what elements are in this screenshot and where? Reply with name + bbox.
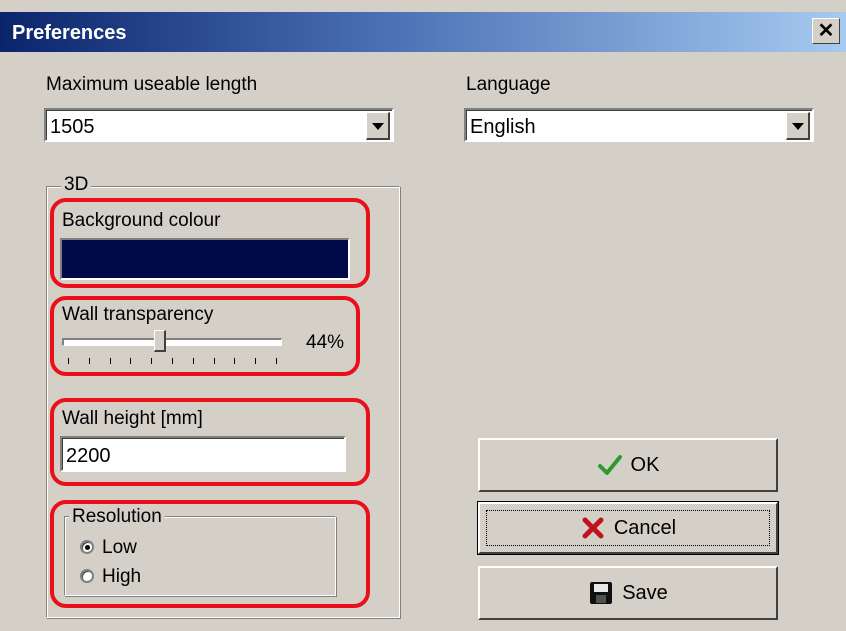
ok-label: OK (630, 453, 660, 476)
slider-ticks (62, 358, 282, 366)
radio-high[interactable]: High (80, 566, 200, 588)
radio-low-indicator[interactable] (80, 540, 94, 554)
slider-tick (255, 358, 256, 364)
slider-tick (214, 358, 215, 364)
slider-tick (151, 358, 152, 364)
chevron-down-icon[interactable] (366, 112, 390, 140)
save-label: Save (622, 581, 668, 604)
slider-tick (110, 358, 111, 364)
focus-ring (486, 510, 770, 546)
radio-high-indicator[interactable] (80, 569, 94, 583)
slider-tick (130, 358, 131, 364)
floppy-disk-icon (590, 582, 613, 604)
language-value: English (470, 116, 536, 138)
slider-tick (172, 358, 173, 364)
group-3d-title: 3D (61, 174, 92, 196)
wall-height-label: Wall height [mm] (62, 408, 203, 429)
wall-transparency-slider[interactable] (62, 330, 282, 372)
slider-tick (276, 358, 277, 364)
window-title: Preferences (12, 22, 127, 44)
radio-low[interactable]: Low (80, 537, 200, 559)
slider-tick (234, 358, 235, 364)
wall-transparency-label: Wall transparency (62, 304, 214, 325)
title-bar: Preferences ✕ (0, 12, 846, 52)
close-icon: ✕ (817, 20, 835, 42)
language-combobox[interactable]: English (464, 108, 814, 142)
wall-height-input[interactable]: 2200 (60, 436, 346, 472)
close-button[interactable]: ✕ (812, 18, 840, 44)
slider-tick (89, 358, 90, 364)
checkmark-icon (597, 455, 622, 475)
slider-thumb[interactable] (154, 330, 166, 352)
cancel-button[interactable]: Cancel (477, 501, 779, 555)
radio-high-label: High (102, 566, 142, 587)
language-label: Language (466, 74, 551, 95)
radio-low-label: Low (102, 537, 137, 558)
slider-tick (193, 358, 194, 364)
save-button[interactable]: Save (478, 566, 778, 620)
background-colour-swatch[interactable] (60, 238, 350, 280)
ok-button[interactable]: OK (478, 438, 778, 492)
background-colour-label: Background colour (62, 210, 221, 231)
max-length-value: 1505 (50, 116, 95, 138)
slider-track (62, 338, 282, 346)
slider-tick (68, 358, 69, 364)
wall-transparency-value: 44% (306, 332, 345, 353)
max-length-combobox[interactable]: 1505 (44, 108, 394, 142)
resolution-title: Resolution (69, 506, 165, 528)
chevron-down-icon[interactable] (786, 112, 810, 140)
max-length-label: Maximum useable length (46, 74, 258, 95)
